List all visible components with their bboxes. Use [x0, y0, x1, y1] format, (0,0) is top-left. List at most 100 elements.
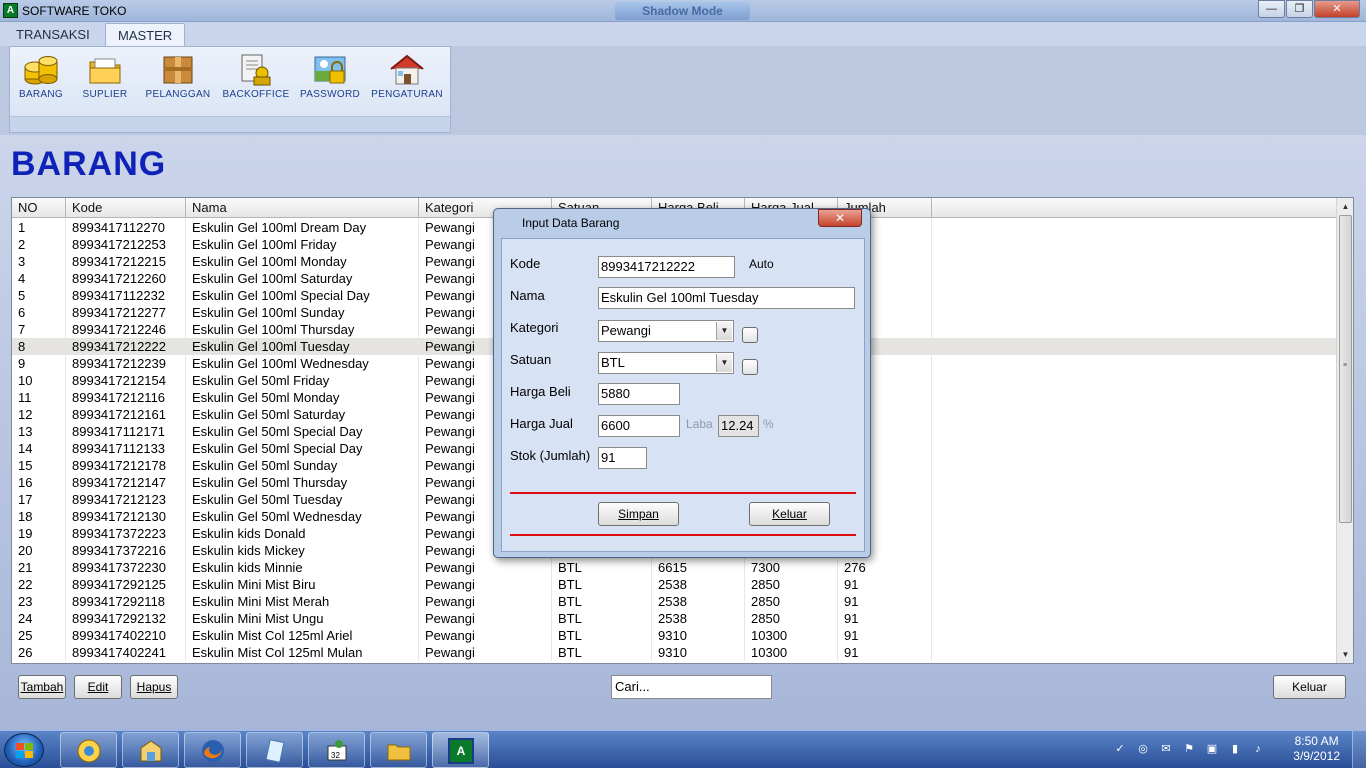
table-row[interactable]: 25 8993417402210 Eskulin Mist Col 125ml Ar… — [12, 627, 1337, 644]
column-header-nama[interactable]: Nama — [186, 198, 419, 218]
kategori-checkbox[interactable] — [742, 327, 758, 343]
edit-button[interactable]: Edit — [74, 675, 122, 699]
ribbon-item-label: PELANGGAN — [145, 89, 211, 100]
stok-field[interactable]: 91 — [598, 447, 647, 469]
simpan-button[interactable]: Simpan — [598, 502, 679, 526]
hapus-label: Hapus — [136, 680, 172, 694]
minimize-button[interactable]: — — [1258, 0, 1285, 18]
cell-nama: Eskulin Mist Col 125ml Ariel — [186, 627, 419, 644]
flag-icon[interactable]: ⚑ — [1182, 742, 1196, 756]
dialog-body: Kode 8993417212222 Auto Nama Eskulin Gel… — [501, 238, 865, 552]
close-button[interactable]: ✕ — [1314, 0, 1360, 18]
ribbon-item-backoffice[interactable]: BACKOFFICE — [218, 53, 294, 100]
cell-kategori: Pewangi — [419, 559, 552, 576]
cell-nama: Eskulin kids Mickey — [186, 542, 419, 559]
clock-date: 3/9/2012 — [1293, 749, 1340, 763]
ribbon-item-password[interactable]: PASSWORD — [298, 53, 362, 100]
cell-harga-jual: 10300 — [745, 627, 838, 644]
cell-nama: Eskulin kids Donald — [186, 525, 419, 542]
cell-nama: Eskulin Gel 100ml Wednesday — [186, 355, 419, 372]
cell-jumlah: 91 — [838, 644, 932, 661]
ribbon-item-label: BARANG — [18, 89, 64, 100]
taskbar-explorer[interactable] — [60, 732, 117, 768]
input-data-barang-dialog: Input Data Barang ✕ Kode 8993417212222 A… — [493, 208, 871, 558]
nama-field[interactable]: Eskulin Gel 100ml Tuesday — [598, 287, 855, 309]
ribbon-panel: BARANG SUPLIER PELANGGAN BACKOFFICE PASS… — [9, 46, 451, 133]
ribbon-item-suplier[interactable]: SUPLIER — [80, 53, 130, 100]
table-row[interactable]: 22 8993417292125 Eskulin Mini Mist Biru Pew… — [12, 576, 1337, 593]
software-toko-icon: A — [448, 738, 474, 764]
taskbar-firefox[interactable] — [184, 732, 241, 768]
store-app-icon — [140, 740, 162, 762]
satuan-checkbox[interactable] — [742, 359, 758, 375]
scroll-up-icon[interactable]: ▲ — [1337, 198, 1353, 215]
cell-kode: 8993417292125 — [66, 576, 186, 593]
taskbar-store[interactable] — [122, 732, 179, 768]
table-row[interactable]: 24 8993417292132 Eskulin Mini Mist Ungu Pew… — [12, 610, 1337, 627]
volume-icon[interactable]: ♪ — [1251, 742, 1265, 756]
tab-transaksi[interactable]: TRANSAKSI — [4, 23, 102, 46]
security-icon[interactable]: ✓ — [1113, 742, 1127, 756]
battery-icon[interactable]: ▮ — [1228, 742, 1242, 756]
grip-icon: ≡ — [1343, 362, 1348, 369]
taskbar: 32 A ✓ ◎ ✉ ⚑ ▣ ▮ ♪ 8:50 AM 3/9/2012 — [0, 730, 1366, 768]
mail-icon[interactable]: ✉ — [1159, 742, 1173, 756]
tab-master[interactable]: MASTER — [105, 23, 186, 46]
satuan-select[interactable]: BTL ▼ — [598, 352, 734, 374]
cell-kode: 8993417112133 — [66, 440, 186, 457]
kode-field[interactable]: 8993417212222 — [598, 256, 735, 278]
show-desktop-button[interactable] — [1352, 731, 1366, 768]
coins-icon — [23, 53, 59, 87]
scrollbar-thumb[interactable]: ≡ — [1339, 215, 1352, 523]
system-tray: ✓ ◎ ✉ ⚑ ▣ ▮ ♪ 8:50 AM 3/9/2012 — [1106, 731, 1366, 768]
chevron-down-icon[interactable]: ▼ — [716, 354, 732, 372]
cell-kode: 8993417292118 — [66, 593, 186, 610]
vertical-scrollbar[interactable]: ▲ ≡ ▼ — [1336, 198, 1353, 663]
device-icon[interactable]: ▣ — [1205, 742, 1219, 756]
network-icon[interactable]: ◎ — [1136, 742, 1150, 756]
scroll-down-icon[interactable]: ▼ — [1337, 646, 1353, 663]
harga-jual-field[interactable]: 6600 — [598, 415, 680, 437]
tambah-button[interactable]: Tambah — [18, 675, 66, 699]
cell-kategori: Pewangi — [419, 627, 552, 644]
maximize-button[interactable]: ❐ — [1286, 0, 1313, 18]
cell-kode: 8993417212222 — [66, 338, 186, 355]
cell-nama: Eskulin Gel 50ml Special Day — [186, 423, 419, 440]
ribbon-item-label: SUPLIER — [82, 89, 128, 100]
cell-nama: Eskulin Gel 100ml Saturday — [186, 270, 419, 287]
ribbon-item-label: BACKOFFICE — [222, 89, 290, 100]
dialog-keluar-button[interactable]: Keluar — [749, 502, 830, 526]
hapus-button[interactable]: Hapus — [130, 675, 178, 699]
ribbon-item-barang[interactable]: BARANG — [16, 53, 66, 100]
kategori-select[interactable]: Pewangi ▼ — [598, 320, 734, 342]
search-input[interactable]: Cari... — [611, 675, 772, 699]
ribbon-item-pengaturan[interactable]: PENGATURAN — [368, 53, 446, 100]
ribbon-item-label: PENGATURAN — [371, 89, 443, 100]
table-row[interactable]: 23 8993417292118 Eskulin Mini Mist Merah Pe… — [12, 593, 1337, 610]
clock[interactable]: 8:50 AM 3/9/2012 — [1293, 734, 1340, 764]
ribbon-item-pelanggan[interactable]: PELANGGAN — [143, 53, 213, 100]
taskbar-game[interactable]: 32 — [308, 732, 365, 768]
taskbar-folder[interactable] — [370, 732, 427, 768]
taskbar-software-toko[interactable]: A — [432, 732, 489, 768]
cell-harga-jual: 2850 — [745, 610, 838, 627]
table-row[interactable]: 26 8993417402241 Eskulin Mist Col 125ml Mu… — [12, 644, 1337, 661]
start-button[interactable] — [4, 733, 44, 767]
cell-satuan: BTL — [552, 576, 652, 593]
cell-no: 10 — [12, 372, 66, 389]
window-title: SOFTWARE TOKO — [22, 4, 127, 18]
table-row[interactable]: 21 8993417372230 Eskulin kids Minnie Pewang… — [12, 559, 1337, 576]
page-title: BARANG — [11, 145, 167, 183]
cell-no: 3 — [12, 253, 66, 270]
cell-nama: Eskulin Gel 100ml Special Day — [186, 287, 419, 304]
cell-satuan: BTL — [552, 559, 652, 576]
column-header-no[interactable]: NO — [12, 198, 66, 218]
column-header-kode[interactable]: Kode — [66, 198, 186, 218]
harga-beli-field[interactable]: 5880 — [598, 383, 680, 405]
cell-no: 22 — [12, 576, 66, 593]
chevron-down-icon[interactable]: ▼ — [716, 322, 732, 340]
cell-no: 8 — [12, 338, 66, 355]
keluar-button[interactable]: Keluar — [1273, 675, 1346, 699]
dialog-close-button[interactable]: ✕ — [818, 209, 862, 227]
taskbar-notepad[interactable] — [246, 732, 303, 768]
